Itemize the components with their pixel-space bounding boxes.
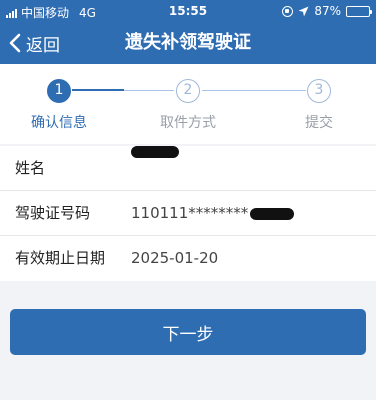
back-button[interactable]: 返回 (8, 22, 60, 64)
step-confirm-info: 1 确认信息 (14, 79, 104, 132)
expiry-value: 2025-01-20 (131, 249, 219, 267)
status-right: 87% (282, 4, 372, 18)
step-label: 取件方式 (160, 115, 216, 131)
name-label: 姓名 (15, 159, 46, 177)
chevron-left-icon (9, 33, 21, 53)
license-number: 110111******** (131, 204, 249, 222)
name-row: 姓名 (0, 146, 376, 191)
license-label: 驾驶证号码 (15, 204, 91, 222)
step-number: 3 (307, 79, 331, 103)
expiry-row: 有效期止日期 2025-01-20 (0, 236, 376, 281)
step-submit: 3 提交 (274, 79, 364, 132)
name-value (131, 146, 179, 158)
step-label: 确认信息 (31, 115, 87, 131)
location-arrow-icon (298, 6, 309, 16)
step-pickup-method: 2 取件方式 (143, 79, 233, 132)
step-number: 1 (47, 79, 71, 103)
expiry-label: 有效期止日期 (15, 249, 106, 267)
rotation-lock-icon (282, 5, 294, 17)
license-row: 驾驶证号码 110111******** (0, 191, 376, 236)
battery-icon (346, 5, 372, 17)
navigation-bar: 返回 遗失补领驾驶证 (0, 22, 376, 64)
battery-percent: 87% (314, 4, 341, 18)
step-indicator: 1 确认信息 2 取件方式 3 提交 (0, 64, 376, 144)
redaction-mark (131, 146, 179, 158)
back-label: 返回 (26, 35, 60, 56)
redaction-mark (250, 207, 295, 220)
step-label: 提交 (305, 115, 333, 131)
next-step-button[interactable]: 下一步 (10, 309, 366, 355)
step-number: 2 (176, 79, 200, 103)
info-list: 姓名 驾驶证号码 110111******** 有效期止日期 2025-01-2… (0, 146, 376, 281)
license-value: 110111******** (131, 191, 295, 236)
status-bar: 中国移动 4G 15:55 87% (0, 0, 376, 22)
